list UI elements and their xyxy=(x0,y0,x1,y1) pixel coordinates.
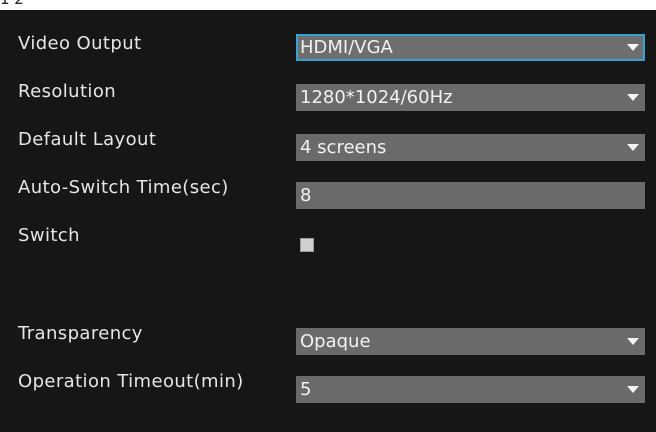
video-output-label: Video Output xyxy=(18,33,142,54)
switch-checkbox[interactable] xyxy=(300,238,314,252)
operation-timeout-value: 5 xyxy=(300,379,312,400)
auto-switch-time-label: Auto-Switch Time(sec) xyxy=(18,177,229,198)
chevron-down-icon xyxy=(627,386,639,393)
operation-timeout-label: Operation Timeout(min) xyxy=(18,371,244,392)
default-layout-value: 4 screens xyxy=(300,137,387,158)
transparency-select[interactable]: Opaque xyxy=(296,328,645,355)
chevron-down-icon xyxy=(627,144,639,151)
chevron-down-icon xyxy=(627,94,639,101)
resolution-value: 1280*1024/60Hz xyxy=(300,87,453,108)
video-output-value: HDMI/VGA xyxy=(300,37,393,58)
operation-timeout-select[interactable]: 5 xyxy=(296,376,645,403)
switch-label: Switch xyxy=(18,225,80,246)
video-output-select[interactable]: HDMI/VGA xyxy=(296,34,645,61)
resolution-select[interactable]: 1280*1024/60Hz xyxy=(296,84,645,111)
transparency-label: Transparency xyxy=(18,323,143,344)
auto-switch-time-input[interactable]: 8 xyxy=(296,182,645,209)
top-strip: 1 2 xyxy=(0,0,656,10)
transparency-value: Opaque xyxy=(300,331,371,352)
display-settings-panel: Video Output HDMI/VGA Resolution 1280*10… xyxy=(0,10,656,432)
row-switch: Switch xyxy=(0,224,656,258)
chevron-down-icon xyxy=(627,338,639,345)
resolution-label: Resolution xyxy=(18,81,117,102)
default-layout-select[interactable]: 4 screens xyxy=(296,134,645,161)
default-layout-label: Default Layout xyxy=(18,129,157,150)
auto-switch-time-value: 8 xyxy=(300,185,312,206)
cropped-header-text: 1 2 xyxy=(0,0,24,7)
chevron-down-icon xyxy=(627,44,639,51)
